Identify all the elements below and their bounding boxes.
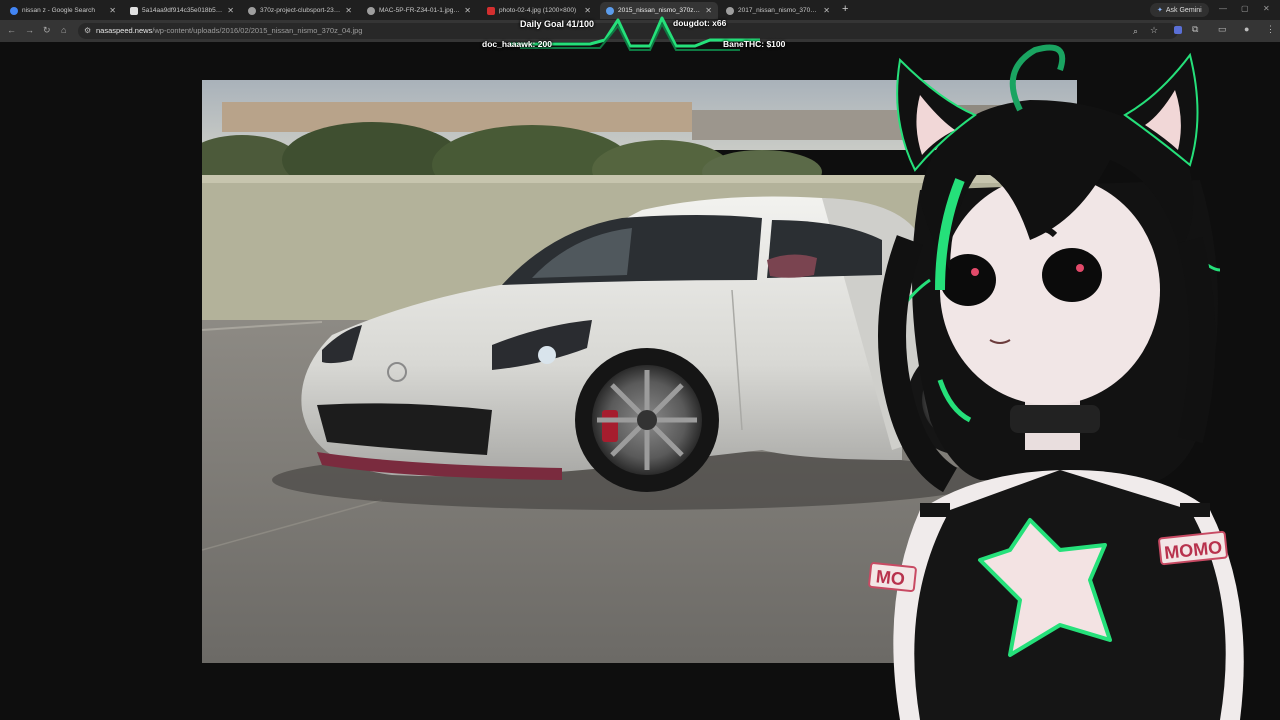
url-path: /wp-content/uploads/2016/02/2015_nissan_… [152, 26, 363, 35]
url-domain: nasaspeed.news [96, 26, 153, 35]
globe-icon [248, 6, 256, 15]
window-close-icon[interactable]: ✕ [1263, 4, 1270, 13]
gemini-label: Ask Gemini [1165, 6, 1202, 14]
daily-goal-label: Daily Goal 41/100 [520, 19, 595, 29]
extension-icon[interactable] [1174, 26, 1182, 34]
top-supporter-left: doc_haaawk: 200 [482, 39, 552, 49]
image-icon [487, 6, 495, 15]
puzzle-icon[interactable]: ⧉ [1192, 24, 1198, 35]
menu-dots-icon[interactable]: ⋮ [1266, 24, 1275, 35]
tab-image-2[interactable]: 370z-project-clubsport-23-2-1 ✕ [242, 2, 358, 19]
close-icon[interactable]: ✕ [345, 6, 352, 15]
zoom-icon[interactable]: ⌕ [1133, 26, 1138, 37]
tab-google-search[interactable]: nissan z - Google Search ✕ [4, 2, 122, 19]
tab-title: MAC-5P-FR-Z34-01-1.jpg (750 [379, 7, 461, 14]
close-icon[interactable]: ✕ [464, 6, 471, 15]
close-icon[interactable]: ✕ [823, 6, 830, 15]
globe-icon [367, 6, 375, 15]
maximize-icon[interactable]: ▢ [1241, 4, 1249, 13]
image-icon [130, 6, 138, 15]
minimize-icon[interactable]: — [1219, 4, 1227, 13]
tab-title: 370z-project-clubsport-23-2-1 [260, 7, 342, 14]
site-info-icon[interactable]: ⚙ [84, 26, 91, 35]
bookmark-star-icon[interactable]: ☆ [1150, 25, 1158, 36]
new-tab-button[interactable]: + [842, 3, 848, 15]
back-arrow-icon[interactable]: ← [7, 25, 16, 35]
home-icon[interactable]: ⌂ [61, 25, 66, 35]
close-icon[interactable]: ✕ [109, 6, 116, 15]
tab-image-1[interactable]: 5a14aa9df914c35e018b577e (1 ✕ [124, 2, 240, 19]
top-donor: BaneTHC: $100 [723, 39, 786, 49]
top-supporter-right: dougdot: x66 [673, 18, 727, 28]
profile-icon[interactable]: ● [1244, 24, 1249, 34]
forward-arrow-icon[interactable]: → [25, 25, 34, 35]
vtuber-avatar: MO MOMO [868, 44, 1244, 720]
ask-gemini-button[interactable]: ✦ Ask Gemini [1150, 3, 1209, 17]
url-text: nasaspeed.news/wp-content/uploads/2016/0… [96, 26, 362, 35]
sidebar-icon[interactable]: ▭ [1218, 24, 1227, 35]
close-icon[interactable]: ✕ [227, 6, 234, 15]
tab-title: nissan z - Google Search [22, 7, 95, 14]
google-icon [10, 6, 18, 15]
tab-title: 5a14aa9df914c35e018b577e (1 [142, 7, 224, 14]
reload-icon[interactable]: ↻ [43, 25, 51, 36]
armband-left-text: MO [875, 566, 906, 589]
gemini-sparkle-icon: ✦ [1157, 7, 1163, 14]
tab-image-3[interactable]: MAC-5P-FR-Z34-01-1.jpg (750 ✕ [361, 2, 477, 19]
